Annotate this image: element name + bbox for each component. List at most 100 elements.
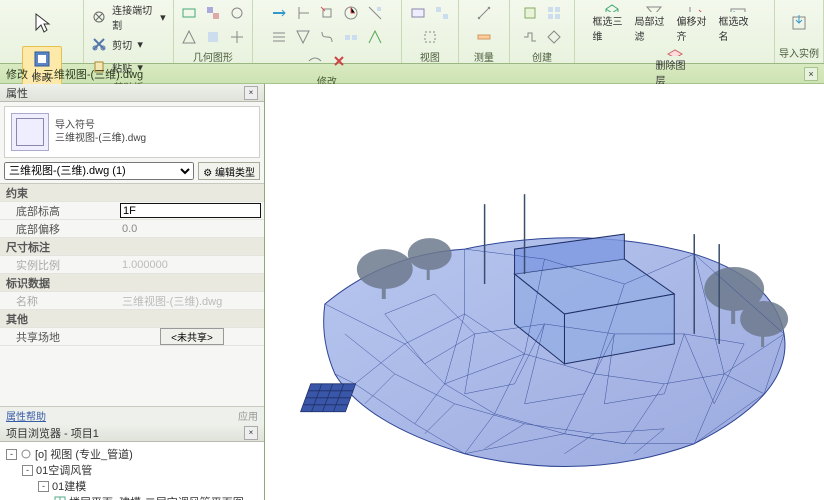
properties-close-icon[interactable]: × <box>244 86 258 100</box>
prop-section[interactable]: 约束 <box>0 184 264 202</box>
prop-section[interactable]: 尺寸标注 <box>0 238 264 256</box>
mod-btn[interactable] <box>316 2 338 24</box>
mini-label: 剪切 <box>112 37 132 52</box>
geom-btn-1[interactable] <box>178 2 200 24</box>
tree-twisty-icon[interactable]: - <box>22 465 33 476</box>
create-btn[interactable] <box>543 26 565 48</box>
rename-button[interactable]: 框选改名 <box>718 2 758 44</box>
type-thumbnail-icon <box>11 113 49 151</box>
prop-row-baseoffset: 底部偏移 0.0 <box>0 220 264 238</box>
mod-btn[interactable] <box>292 26 314 48</box>
prop-row-scale: 实例比例 1.000000 <box>0 256 264 274</box>
create-btn[interactable] <box>543 2 565 24</box>
cut-join-button[interactable] <box>88 6 110 28</box>
box3d-button[interactable]: 框选三维 <box>592 2 632 44</box>
geom-btn-3[interactable] <box>226 2 248 24</box>
geom-btn-6[interactable] <box>226 26 248 48</box>
project-browser[interactable]: -[o] 视图 (专业_管道)-01空调风管-01建模楼层平面: 建模-二层空调… <box>0 442 264 500</box>
instance-selector[interactable]: 三维视图-(三维).dwg (1) <box>4 162 194 180</box>
mod-btn[interactable] <box>316 26 338 48</box>
prop-row-sharedsite: 共享场地 <未共享> <box>0 328 264 346</box>
ribbon-group-label: 导入实例 <box>779 44 819 60</box>
ribbon-group-import: 导入实例 <box>775 0 824 63</box>
view-btn[interactable] <box>407 2 429 24</box>
base-level-input[interactable] <box>120 203 261 218</box>
views-root-icon <box>20 448 32 460</box>
floorplan-icon <box>54 496 66 500</box>
geom-btn-5[interactable] <box>202 26 224 48</box>
view-btn[interactable] <box>431 2 453 24</box>
prop-row-baselevel: 底部标高 <box>0 202 264 220</box>
mod-btn[interactable] <box>328 50 350 72</box>
ribbon-group-measure: 测量 <box>459 0 510 63</box>
mod-btn[interactable] <box>268 26 290 48</box>
ribbon-group-label: 创建 <box>532 48 552 64</box>
mod-btn[interactable] <box>364 2 386 24</box>
tree-label: 01建模 <box>52 478 86 494</box>
ribbon-group-label: 几何图形 <box>193 48 233 64</box>
3d-viewport[interactable] <box>265 84 824 500</box>
cut-dd[interactable]: ▾ <box>134 33 146 55</box>
create-btn[interactable] <box>519 26 541 48</box>
ribbon-group-view: 视图 <box>402 0 459 63</box>
contextbar-close-icon[interactable]: × <box>804 67 818 81</box>
mod-btn[interactable] <box>340 2 362 24</box>
measure-btn[interactable] <box>473 2 495 24</box>
properties-list: 约束 底部标高 底部偏移 0.0 尺寸标注 实例比例 1.000000 标识数据… <box>0 183 264 406</box>
edit-type-button[interactable]: ⚙ 编辑类型 <box>198 162 260 180</box>
mesh-render-icon <box>265 84 824 500</box>
align-button[interactable]: 偏移对齐 <box>676 2 716 44</box>
shared-site-button[interactable]: <未共享> <box>160 328 224 345</box>
main-area: 属性 × 导入符号 三维视图-(三维).dwg 三维视图-(三维).dwg (1… <box>0 84 824 500</box>
geom-btn-4[interactable] <box>178 26 200 48</box>
type-caption: 导入符号 三维视图-(三维).dwg <box>55 119 146 145</box>
apply-button[interactable]: 应用 <box>238 408 258 423</box>
measure-btn[interactable] <box>473 26 495 48</box>
context-label: 修改 <box>6 66 28 82</box>
left-panels: 属性 × 导入符号 三维视图-(三维).dwg 三维视图-(三维).dwg (1… <box>0 84 265 500</box>
tree-twisty-icon[interactable]: - <box>38 481 49 492</box>
ribbon-group-geometry: 几何图形 <box>174 0 253 63</box>
mod-btn[interactable] <box>364 26 386 48</box>
mod-btn[interactable] <box>340 26 362 48</box>
mod-btn[interactable] <box>292 2 314 24</box>
cut-button[interactable] <box>88 33 110 55</box>
browser-close-icon[interactable]: × <box>244 426 258 440</box>
doc-name: 三维视图-(三维).dwg <box>43 66 143 82</box>
tree-node[interactable]: -01建模 <box>2 478 262 494</box>
tree-twisty-icon[interactable]: - <box>6 449 17 460</box>
cut-join-dd[interactable]: ▾ <box>157 6 169 28</box>
prop-row-name: 名称 三维视图-(三维).dwg <box>0 292 264 310</box>
select-tool-button[interactable] <box>22 2 62 44</box>
mini-label: 连接端切割 <box>112 2 155 32</box>
ribbon-group-modify: 修改 <box>253 0 402 63</box>
ribbon-group-label: 测量 <box>474 48 494 64</box>
tree-label: 楼层平面: 建模-二层空调风管平面图 <box>69 494 244 500</box>
import-instance-button[interactable] <box>779 2 819 44</box>
ribbon-group-clipboard: 连接端切割 ▾ 剪切 ▾ 粘贴 ▾ 剪贴板 <box>84 0 174 63</box>
dellayer-button[interactable]: 删除图层 <box>655 46 695 88</box>
properties-type-card[interactable]: 导入符号 三维视图-(三维).dwg <box>4 106 260 158</box>
edit-type-icon: ⚙ <box>203 168 212 179</box>
browser-header: 项目浏览器 - 项目1 × <box>0 424 264 442</box>
ribbon-group-create: 创建 <box>510 0 575 63</box>
view-btn[interactable] <box>419 26 441 48</box>
ribbon-group-select: 修改 选择 ▼ <box>0 0 84 63</box>
tree-node[interactable]: -01空调风管 <box>2 462 262 478</box>
tree-label: 01空调风管 <box>36 462 92 478</box>
prop-section[interactable]: 标识数据 <box>0 274 264 292</box>
geom-btn-2[interactable] <box>202 2 224 24</box>
properties-help-link[interactable]: 属性帮助 <box>6 408 46 423</box>
properties-header: 属性 × <box>0 84 264 102</box>
tree-node[interactable]: 楼层平面: 建模-二层空调风管平面图 <box>2 494 262 500</box>
create-btn[interactable] <box>519 2 541 24</box>
prop-section[interactable]: 其他 <box>0 310 264 328</box>
filter-button[interactable]: 局部过滤 <box>634 2 674 44</box>
ribbon: 修改 选择 ▼ 连接端切割 ▾ 剪切 ▾ 粘贴 ▾ 剪贴板 <box>0 0 824 64</box>
ribbon-group-label: 视图 <box>420 48 440 64</box>
mod-btn[interactable] <box>304 50 326 72</box>
mod-btn[interactable] <box>268 2 290 24</box>
properties-footer: 属性帮助 应用 <box>0 406 264 424</box>
tree-node[interactable]: -[o] 视图 (专业_管道) <box>2 446 262 462</box>
base-offset-value[interactable]: 0.0 <box>120 223 264 235</box>
